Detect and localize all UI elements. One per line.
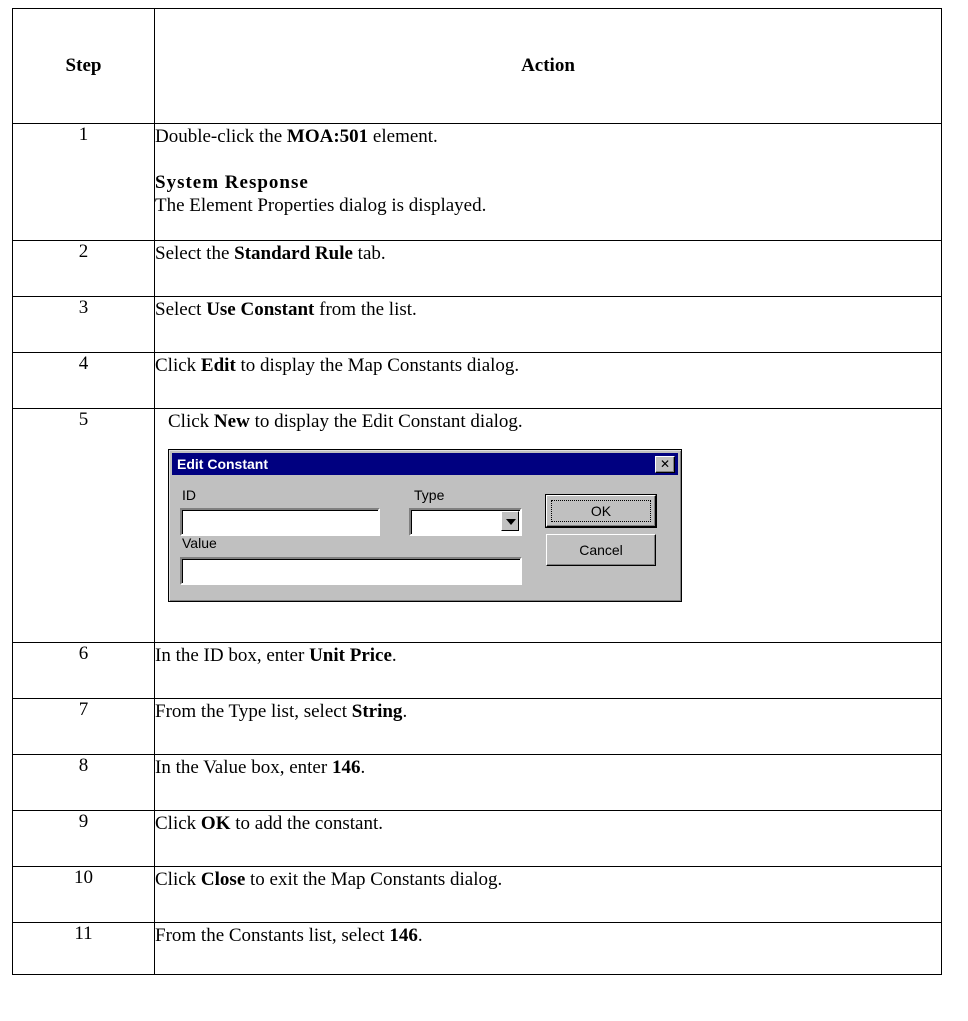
step-number: 7 [12,698,155,755]
table-row: 8 In the Value box, enter 146. [12,754,942,811]
dialog-title-bar[interactable]: Edit Constant ✕ [172,453,678,475]
action-text-emphasis: 146 [331,757,361,778]
step-action: Click Edit to display the Map Constants … [154,352,942,409]
action-text-post: tab. [352,243,386,264]
action-text-emphasis: Close [200,869,246,890]
action-text-post: to display the Edit Constant dialog. [249,411,523,432]
action-text-post: . [360,757,366,778]
value-label: Value [182,535,217,551]
action-text-pre: From the Constants list, select [155,925,390,946]
action-text-post: to exit the Map Constants dialog. [245,869,503,890]
step-action: In the ID box, enter Unit Price. [154,642,942,699]
cancel-button[interactable]: Cancel [546,534,656,566]
step-action: Select the Standard Rule tab. [154,240,942,297]
table-row: 1 Double-click the MOA:501 element. Syst… [12,123,942,241]
step-action: From the Constants list, select 146. [154,922,942,975]
action-text-pre: In the Value box, enter [155,757,332,778]
step-number: 2 [12,240,155,297]
action-column-header: Action [154,8,942,124]
action-text: Select the Standard Rule tab. [155,241,941,267]
edit-constant-dialog: Edit Constant ✕ ID Type Value OK Cancel [168,449,682,602]
system-response-text: The Element Properties dialog is display… [155,195,487,216]
action-text: Click Edit to display the Map Constants … [155,353,941,379]
action-text-post: from the list. [314,299,417,320]
type-label: Type [414,487,445,503]
step-number: 8 [12,754,155,811]
step-action: Click OK to add the constant. [154,810,942,867]
action-text-post: . [417,925,423,946]
action-text-emphasis: New [213,411,250,432]
action-text-emphasis: Unit Price [309,645,392,666]
close-icon[interactable]: ✕ [655,456,675,473]
action-text-pre: Click [155,813,201,834]
step-action: Click Close to exit the Map Constants di… [154,866,942,923]
action-text-emphasis: Standard Rule [234,243,353,264]
action-text: Click Close to exit the Map Constants di… [155,867,941,893]
step-action: In the Value box, enter 146. [154,754,942,811]
system-response-heading: System Response [155,172,309,193]
chevron-down-icon [506,519,516,525]
action-text-pre: From the Type list, select [155,701,352,722]
action-text-post: to display the Map Constants dialog. [235,355,520,376]
step-number: 1 [12,123,155,241]
table-row: 4 Click Edit to display the Map Constant… [12,352,942,409]
action-text: Click OK to add the constant. [155,811,941,837]
action-text-pre: Select [155,299,207,320]
action-text-pre: Double-click the [155,126,287,147]
step-number: 11 [12,922,155,975]
action-text-post: . [402,701,408,722]
step-number: 10 [12,866,155,923]
action-text-emphasis: MOA:501 [286,126,369,147]
action-text-emphasis: 146 [389,925,418,946]
table-row: 10 Click Close to exit the Map Constants… [12,866,942,923]
action-text-pre: In the ID box, enter [155,645,310,666]
action-text-emphasis: Edit [200,355,236,376]
action-text-pre: Click [168,411,214,432]
action-text-emphasis: OK [200,813,231,834]
dropdown-button[interactable] [501,511,519,531]
action-text-pre: Select the [155,243,235,264]
step-number: 9 [12,810,155,867]
step-action: Click New to display the Edit Constant d… [154,408,942,643]
action-text-emphasis: Use Constant [206,299,315,320]
step-action: From the Type list, select String. [154,698,942,755]
dialog-title: Edit Constant [177,456,268,472]
step-action: Double-click the MOA:501 element. System… [154,123,942,241]
action-text: From the Type list, select String. [155,699,941,725]
action-text-post: . [391,645,397,666]
action-text-pre: Click [155,355,201,376]
step-column-header: Step [12,8,155,124]
table-row: 2 Select the Standard Rule tab. [12,240,942,297]
action-text: In the Value box, enter 146. [155,755,941,781]
id-field[interactable] [180,508,380,536]
step-number: 5 [12,408,155,643]
ok-button[interactable]: OK [545,494,657,528]
table-row: 3 Select Use Constant from the list. [12,296,942,353]
action-text: Select Use Constant from the list. [155,297,941,323]
action-text: In the ID box, enter Unit Price. [155,643,941,669]
table-row: 5 Click New to display the Edit Constant… [12,408,942,643]
id-label: ID [182,487,196,503]
table-row: 9 Click OK to add the constant. [12,810,942,867]
table-row: 7 From the Type list, select String. [12,698,942,755]
step-number: 3 [12,296,155,353]
action-text: Click New to display the Edit Constant d… [155,409,941,435]
procedure-table: Step Action 1 Double-click the MOA:501 e… [12,8,942,975]
step-action: Select Use Constant from the list. [154,296,942,353]
table-header-row: Step Action [12,8,942,124]
table-row: 6 In the ID box, enter Unit Price. [12,642,942,699]
action-text: Double-click the MOA:501 element. [155,124,941,150]
action-text-emphasis: String [351,701,403,722]
step-number: 6 [12,642,155,699]
value-field[interactable] [180,557,522,585]
action-text-post: to add the constant. [230,813,383,834]
table-row: 11 From the Constants list, select 146. [12,922,942,975]
action-text-post: element. [368,126,438,147]
ok-button-label: OK [551,500,651,522]
action-text-pre: Click [155,869,201,890]
step-number: 4 [12,352,155,409]
type-select[interactable] [409,508,522,536]
action-text: From the Constants list, select 146. [155,923,941,949]
